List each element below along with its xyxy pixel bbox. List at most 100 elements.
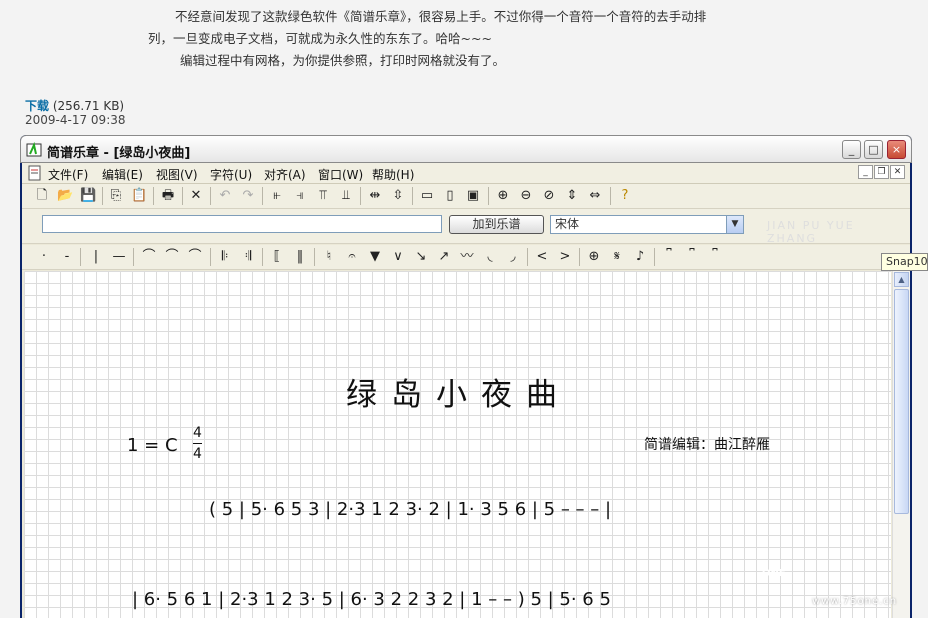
slur-icon[interactable]: ⌒: [141, 249, 157, 265]
zoom-reset-icon[interactable]: ⊘: [541, 188, 557, 204]
time-denominator: 4: [193, 446, 202, 462]
crescendo-icon[interactable]: >: [557, 249, 573, 265]
copy-icon[interactable]: ⎘: [108, 188, 124, 204]
maximize-button[interactable]: □: [864, 140, 883, 159]
distribute-vertical-icon[interactable]: ⇳: [390, 188, 406, 204]
menu-window[interactable]: 窗口(W): [318, 166, 363, 183]
document-icon[interactable]: [27, 165, 43, 181]
time-signature: 4 4: [193, 423, 202, 464]
add-to-score-button[interactable]: 加到乐谱: [449, 215, 544, 234]
arrow-up-right-icon[interactable]: ↗: [436, 249, 452, 265]
text-input[interactable]: [42, 215, 442, 233]
mdi-restore-icon[interactable]: ❐: [874, 165, 889, 179]
chevron-down-icon[interactable]: ▼: [726, 216, 743, 233]
curve-right-icon[interactable]: ◞: [505, 249, 521, 265]
curve-left-icon[interactable]: ◟: [482, 249, 498, 265]
download-link[interactable]: 下载: [25, 99, 49, 113]
paste-icon[interactable]: 📋: [131, 188, 147, 204]
score-line-1[interactable]: ( 5 | 5· 6 5 3 | 2·3 1 2 3· 2 | 1· 3 5 6…: [209, 499, 611, 520]
article-line-1: 不经意间发现了这款绿色软件《简谱乐章》，很容易上手。不过你得一个音符一个音符的去…: [175, 9, 707, 24]
fit-width-icon[interactable]: ⇔: [587, 188, 603, 204]
same-height-icon[interactable]: ▯: [442, 188, 458, 204]
bar-line-icon[interactable]: |: [88, 249, 104, 265]
delete-icon[interactable]: ✕: [188, 188, 204, 204]
input-bar: 加到乐谱 宋体 ▼ JIAN PU YUE ZHANG: [22, 209, 910, 245]
article-line-3: 编辑过程中有网格，为你提供参照，打印时网格就没有了。: [180, 53, 506, 68]
distribute-horizontal-icon[interactable]: ⇹: [367, 188, 383, 204]
menu-character[interactable]: 字符(U): [210, 166, 252, 183]
same-size-icon[interactable]: ▣: [465, 188, 481, 204]
tie-right-icon[interactable]: ⌒: [187, 249, 203, 265]
arrow-down-right-icon[interactable]: ↘: [413, 249, 429, 265]
natural-icon[interactable]: ♮: [321, 249, 337, 265]
double-bar-icon[interactable]: ‖: [292, 249, 308, 265]
score-line-2[interactable]: | 6· 5 6 1 | 2·3 1 2 3· 5 | 6· 3 2 2 3 2…: [132, 589, 611, 610]
fit-height-icon[interactable]: ⇕: [564, 188, 580, 204]
align-bottom-icon[interactable]: ⫫: [338, 188, 354, 204]
align-right-icon[interactable]: ⫣: [292, 188, 308, 204]
song-title: 绿岛小夜曲: [346, 377, 571, 413]
dot-icon[interactable]: ·: [36, 249, 52, 265]
app-icon: [26, 142, 42, 157]
window-title: 简谱乐章 - [绿岛小夜曲]: [47, 146, 191, 161]
new-icon[interactable]: 🗋: [34, 188, 50, 204]
menu-file[interactable]: 文件(F): [48, 166, 88, 183]
menu-edit[interactable]: 编辑(E): [102, 166, 143, 183]
scroll-up-icon[interactable]: ▲: [894, 272, 909, 287]
mdi-close-icon[interactable]: ✕: [890, 165, 905, 179]
check-down-icon[interactable]: ∨: [390, 249, 406, 265]
watermark-logo: ONE: [762, 568, 786, 579]
title-bar[interactable]: 简谱乐章 - [绿岛小夜曲] _ □ ×: [20, 135, 912, 163]
app-window: 简谱乐章 - [绿岛小夜曲] _ □ × 文件(F) 编辑(E) 视图(V) 字…: [20, 135, 912, 618]
coda-icon[interactable]: ⊕: [586, 249, 602, 265]
note-icon[interactable]: ♪: [632, 249, 648, 265]
menu-view[interactable]: 视图(V): [156, 166, 198, 183]
dash-long-icon[interactable]: —: [111, 249, 127, 265]
editor-credit: 简谱编辑：曲江醉雁: [644, 437, 770, 453]
zoom-in-icon[interactable]: ⊕: [495, 188, 511, 204]
minimize-button[interactable]: _: [842, 140, 861, 159]
bracket-line-2-icon[interactable]: ⎴: [684, 249, 700, 265]
bracket-icon[interactable]: ⟦: [269, 249, 285, 265]
redo-icon[interactable]: ↷: [240, 188, 256, 204]
menu-bar: 文件(F) 编辑(E) 视图(V) 字符(U) 对齐(A) 窗口(W) 帮助(H…: [22, 163, 910, 184]
menu-help[interactable]: 帮助(H): [372, 166, 414, 183]
undo-icon[interactable]: ↶: [217, 188, 233, 204]
mdi-minimize-icon[interactable]: _: [858, 165, 873, 179]
tooltip: Snap10: [881, 253, 928, 271]
bracket-line-3-icon[interactable]: ⎴: [707, 249, 723, 265]
trill-icon[interactable]: 〰: [459, 249, 475, 265]
fermata-icon[interactable]: 𝄐: [344, 249, 360, 265]
font-select-value: 宋体: [555, 217, 580, 231]
repeat-start-icon[interactable]: 𝄆: [217, 249, 233, 265]
segno-icon[interactable]: 𝄋: [609, 249, 625, 265]
close-button[interactable]: ×: [887, 140, 906, 159]
save-icon[interactable]: 💾: [80, 188, 96, 204]
bracket-line-1-icon[interactable]: ⎴: [661, 249, 677, 265]
key-signature: 1 = C: [127, 435, 178, 456]
article-line-2: 列，一旦变成电子文档，可就成为永久性的东东了。哈哈~~~: [148, 31, 492, 46]
score-canvas[interactable]: 绿岛小夜曲 1 = C 4 4 简谱编辑：曲江醉雁 ( 5 | 5· 6 5 3…: [24, 271, 891, 618]
scroll-thumb[interactable]: [894, 289, 909, 514]
tie-left-icon[interactable]: ⌒: [164, 249, 180, 265]
time-numerator: 4: [193, 425, 202, 441]
font-select[interactable]: 宋体 ▼: [550, 215, 744, 234]
open-icon[interactable]: 📂: [57, 188, 73, 204]
triangle-down-icon[interactable]: ▼: [367, 249, 383, 265]
dash-short-icon[interactable]: -: [59, 249, 75, 265]
help-icon[interactable]: ?: [617, 188, 633, 204]
watermark-url: www.75one.cn: [812, 596, 898, 607]
same-width-icon[interactable]: ▭: [419, 188, 435, 204]
menu-align[interactable]: 对齐(A): [264, 166, 306, 183]
zoom-out-icon[interactable]: ⊖: [518, 188, 534, 204]
upload-date: 2009-4-17 09:38: [25, 113, 126, 127]
print-icon[interactable]: 🖶: [160, 188, 176, 204]
decrescendo-icon[interactable]: <: [534, 249, 550, 265]
align-left-icon[interactable]: ⫦: [269, 188, 285, 204]
file-size: (256.71 KB): [52, 99, 125, 113]
align-top-icon[interactable]: ⫪: [315, 188, 331, 204]
repeat-end-icon[interactable]: 𝄇: [240, 249, 256, 265]
vertical-scrollbar[interactable]: ▲: [892, 271, 910, 618]
client-area: 文件(F) 编辑(E) 视图(V) 字符(U) 对齐(A) 窗口(W) 帮助(H…: [22, 163, 910, 618]
ghost-logo-text: JIAN PU YUE ZHANG: [767, 219, 855, 245]
